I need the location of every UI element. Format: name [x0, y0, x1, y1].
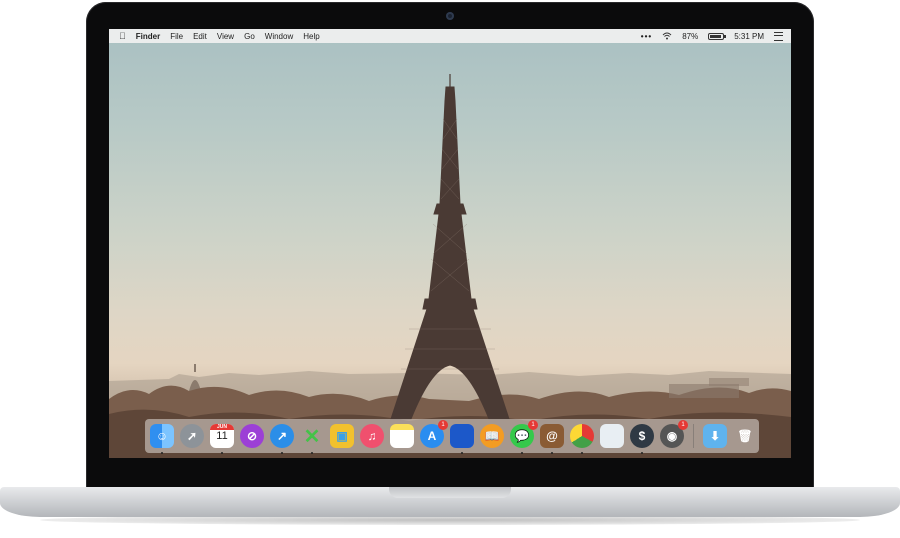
- notes-icon: [390, 424, 414, 448]
- dock-item-xcode[interactable]: ↗: [270, 424, 294, 454]
- notification-badge: 1: [678, 420, 688, 430]
- laptop-chin: [109, 458, 791, 482]
- running-indicator: [221, 452, 223, 454]
- running-indicator: [311, 452, 313, 454]
- menu-go[interactable]: Go: [244, 32, 255, 41]
- dock-item-chrome[interactable]: [570, 424, 594, 454]
- menu-help[interactable]: Help: [303, 32, 319, 41]
- notification-center-icon[interactable]: [774, 31, 783, 41]
- folder-white-icon: [600, 424, 624, 448]
- desktop-screen:  Finder File Edit View Go Window Help •…: [109, 29, 791, 458]
- notification-badge: 1: [438, 420, 448, 430]
- running-indicator: [281, 452, 283, 454]
- ibooks-icon: 📖: [480, 424, 504, 448]
- dock-item-messages[interactable]: 💬 1: [510, 420, 538, 454]
- wifi-icon[interactable]: [662, 32, 672, 40]
- running-indicator: [521, 452, 523, 454]
- trash-icon: 🗑: [737, 429, 753, 443]
- running-indicator: [581, 452, 583, 454]
- dock-item-finder[interactable]: ☺: [150, 424, 174, 454]
- preview-icon: ▣: [330, 424, 354, 448]
- dock-item-app-store[interactable]: A1: [420, 420, 448, 448]
- running-indicator: [161, 452, 163, 454]
- dock-item-preview[interactable]: ▣: [330, 424, 354, 448]
- launchpad-icon: ➚: [180, 424, 204, 448]
- safari-compass-icon: ⊘: [240, 424, 264, 448]
- wallpaper-eiffel-tower: [109, 74, 791, 458]
- dock-item-book-blue[interactable]: [450, 424, 474, 454]
- dock-item-calendar[interactable]: JUN 11: [210, 424, 234, 454]
- running-indicator: [551, 452, 553, 454]
- laptop-opening-notch: [389, 487, 511, 498]
- notification-badge: 1: [528, 420, 538, 430]
- webcam: [446, 12, 454, 20]
- xcode-icon: ↗: [270, 424, 294, 448]
- dock-item-camera-lens[interactable]: ◉ 1: [660, 420, 688, 448]
- dock-item-notes[interactable]: [390, 424, 414, 448]
- apple-menu-icon[interactable]: : [119, 31, 126, 41]
- dock-item-downloads-folder[interactable]: ⬇: [703, 424, 727, 448]
- running-indicator: [461, 452, 463, 454]
- downloads-folder-icon: ⬇: [703, 424, 727, 448]
- dock: ☺ ➚ JUN 11 ⊘ ↗ ✕ ▣ ♫ A 1 📖 💬 1 @ $ ◉ 1 ⬇ 🗑: [145, 419, 759, 454]
- dock-item-launchpad[interactable]: ➚: [180, 424, 204, 448]
- calendar-icon: JUN 11: [210, 424, 234, 448]
- finder-icon: ☺: [150, 424, 174, 448]
- book-blue-icon: [450, 424, 474, 448]
- calendar-day: 11: [216, 430, 228, 442]
- more-menu-extras-icon[interactable]: •••: [641, 32, 652, 41]
- music-icon: ♫: [360, 424, 384, 448]
- close-x-icon: ✕: [303, 425, 321, 448]
- menu-app-finder[interactable]: Finder: [136, 32, 160, 41]
- dock-item-music[interactable]: ♫: [360, 424, 384, 448]
- chrome-icon: [570, 424, 594, 448]
- dollar-icon: $: [630, 424, 654, 448]
- dock-item-folder-white[interactable]: [600, 424, 624, 448]
- menu-file[interactable]: File: [170, 32, 183, 41]
- running-indicator: [641, 452, 643, 454]
- menu-window[interactable]: Window: [265, 32, 293, 41]
- dock-item-safari-compass[interactable]: ⊘: [240, 424, 264, 448]
- menu-edit[interactable]: Edit: [193, 32, 207, 41]
- dock-item-ibooks[interactable]: 📖: [480, 424, 504, 448]
- clock-time[interactable]: 5:31 PM: [734, 32, 764, 41]
- dock-item-dollar[interactable]: $: [630, 424, 654, 454]
- menu-bar:  Finder File Edit View Go Window Help •…: [109, 29, 791, 43]
- dock-item-contacts[interactable]: @: [540, 424, 564, 454]
- contacts-icon: @: [540, 424, 564, 448]
- menu-view[interactable]: View: [217, 32, 234, 41]
- dock-separator: [693, 424, 694, 448]
- dock-item-close-x[interactable]: ✕: [300, 424, 324, 454]
- dock-item-trash[interactable]: 🗑: [733, 424, 757, 448]
- battery-icon[interactable]: [708, 32, 727, 40]
- battery-percent[interactable]: 87%: [682, 32, 698, 41]
